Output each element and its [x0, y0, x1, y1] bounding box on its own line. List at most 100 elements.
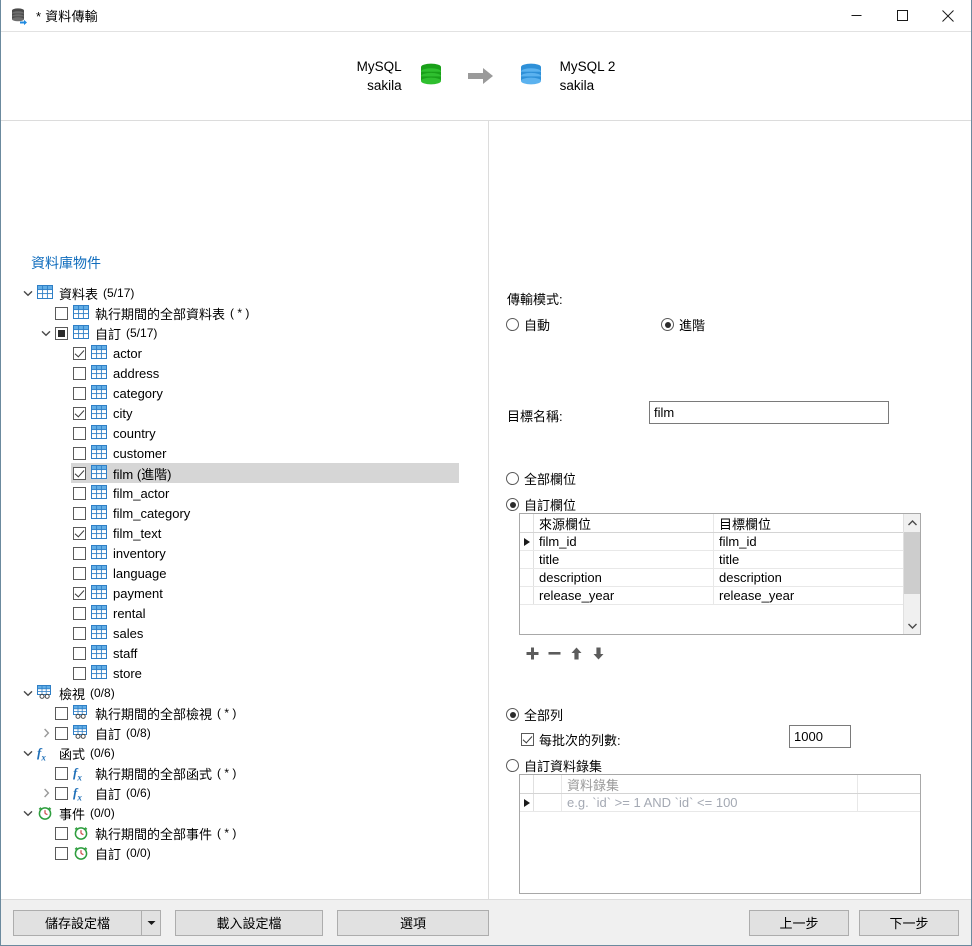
load-profile-button[interactable]: 載入設定檔 — [175, 910, 323, 936]
recordset-value[interactable]: e.g. `id` >= 1 AND `id` <= 100 — [562, 794, 858, 811]
tree-item-checkbox[interactable] — [55, 707, 68, 720]
tree-item-函式[interactable]: fx函式(0/6) — [1, 743, 488, 763]
back-button[interactable]: 上一步 — [749, 910, 849, 936]
table-row[interactable]: titletitle — [520, 551, 903, 569]
tree-item-language[interactable]: language — [1, 563, 488, 583]
column-header-target[interactable]: 目標欄位 — [714, 514, 903, 532]
scroll-up-icon[interactable] — [904, 514, 920, 531]
source-field-cell[interactable]: description — [534, 569, 714, 586]
tree-item-checkbox[interactable] — [73, 607, 86, 620]
save-profile-button[interactable]: 儲存設定檔 — [13, 910, 141, 936]
save-profile-split-button[interactable]: 儲存設定檔 — [13, 910, 161, 936]
database-objects-tree[interactable]: 資料表(5/17)執行期間的全部資料表( * )自訂(5/17)actoradd… — [1, 283, 488, 863]
maximize-button[interactable] — [879, 0, 925, 31]
column-header-recordset[interactable]: 資料錄集 — [562, 775, 858, 793]
radio-mode-auto[interactable]: 自動 — [506, 315, 550, 334]
tree-item-inventory[interactable]: inventory — [1, 543, 488, 563]
tree-item-staff[interactable]: staff — [1, 643, 488, 663]
move-up-icon[interactable] — [565, 642, 587, 664]
expand-icon[interactable] — [37, 728, 55, 738]
tree-item-checkbox[interactable] — [73, 407, 86, 420]
tree-item-customer[interactable]: customer — [1, 443, 488, 463]
tree-item-checkbox[interactable] — [73, 427, 86, 440]
tree-item-checkbox[interactable] — [55, 327, 68, 340]
tree-item-checkbox[interactable] — [73, 507, 86, 520]
tree-item-film_actor[interactable]: film_actor — [1, 483, 488, 503]
tree-item-資料表[interactable]: 資料表(5/17) — [1, 283, 488, 303]
move-down-icon[interactable] — [587, 642, 609, 664]
scrollbar-thumb[interactable] — [904, 532, 920, 594]
tree-item-checkbox[interactable] — [73, 487, 86, 500]
tree-item-執行期間的全部資料表[interactable]: 執行期間的全部資料表( * ) — [1, 303, 488, 323]
minimize-button[interactable] — [833, 0, 879, 31]
tree-item-actor[interactable]: actor — [1, 343, 488, 363]
add-icon[interactable] — [521, 642, 543, 664]
tree-item-執行期間的全部函式[interactable]: fx執行期間的全部函式( * ) — [1, 763, 488, 783]
field-grid-scrollbar[interactable] — [903, 514, 920, 634]
radio-all-rows[interactable]: 全部列 — [506, 705, 563, 724]
rows-per-batch-input[interactable] — [789, 725, 851, 748]
scroll-down-icon[interactable] — [904, 617, 920, 634]
tree-item-checkbox[interactable] — [55, 767, 68, 780]
recordset-grid[interactable]: 資料錄集 e.g. `id` >= 1 AND `id` <= 100 — [519, 774, 921, 894]
tree-item-country[interactable]: country — [1, 423, 488, 443]
collapse-icon[interactable] — [19, 810, 37, 817]
collapse-icon[interactable] — [19, 690, 37, 697]
tree-item-category[interactable]: category — [1, 383, 488, 403]
target-field-cell[interactable]: title — [714, 551, 903, 568]
table-row[interactable]: e.g. `id` >= 1 AND `id` <= 100 — [520, 794, 920, 812]
tree-item-city[interactable]: city — [1, 403, 488, 423]
source-field-cell[interactable]: film_id — [534, 533, 714, 550]
tree-item-checkbox[interactable] — [55, 787, 68, 800]
table-row[interactable]: release_yearrelease_year — [520, 587, 903, 605]
tree-item-checkbox[interactable] — [73, 347, 86, 360]
tree-item-自訂[interactable]: 自訂(5/17) — [1, 323, 488, 343]
options-button[interactable]: 選項 — [337, 910, 489, 936]
tree-item-checkbox[interactable] — [73, 387, 86, 400]
table-row[interactable]: descriptiondescription — [520, 569, 903, 587]
tree-item-checkbox[interactable] — [73, 667, 86, 680]
save-profile-dropdown-arrow-icon[interactable] — [141, 910, 161, 936]
tree-item-checkbox[interactable] — [73, 567, 86, 580]
close-button[interactable] — [925, 0, 971, 31]
tree-item-checkbox[interactable] — [73, 547, 86, 560]
source-field-cell[interactable]: title — [534, 551, 714, 568]
target-name-input[interactable] — [649, 401, 889, 424]
collapse-icon[interactable] — [19, 290, 37, 297]
collapse-icon[interactable] — [37, 330, 55, 337]
tree-item-自訂[interactable]: fx自訂(0/6) — [1, 783, 488, 803]
tree-item-rental[interactable]: rental — [1, 603, 488, 623]
source-field-cell[interactable]: release_year — [534, 587, 714, 604]
expand-icon[interactable] — [37, 788, 55, 798]
tree-item-自訂[interactable]: 自訂(0/0) — [1, 843, 488, 863]
tree-item-payment[interactable]: payment — [1, 583, 488, 603]
tree-item-sales[interactable]: sales — [1, 623, 488, 643]
tree-item-address[interactable]: address — [1, 363, 488, 383]
tree-item-checkbox[interactable] — [73, 467, 86, 480]
remove-icon[interactable] — [543, 642, 565, 664]
tree-item-checkbox[interactable] — [73, 447, 86, 460]
tree-item-checkbox[interactable] — [73, 587, 86, 600]
radio-mode-advanced[interactable]: 進階 — [661, 315, 705, 334]
tree-item-自訂[interactable]: 自訂(0/8) — [1, 723, 488, 743]
tree-item-checkbox[interactable] — [73, 627, 86, 640]
tree-item-film (進階)[interactable]: film (進階) — [1, 463, 488, 483]
tree-item-checkbox[interactable] — [73, 647, 86, 660]
tree-item-film_text[interactable]: film_text — [1, 523, 488, 543]
next-button[interactable]: 下一步 — [859, 910, 959, 936]
column-header-source[interactable]: 來源欄位 — [534, 514, 714, 532]
tree-item-執行期間的全部事件[interactable]: 執行期間的全部事件( * ) — [1, 823, 488, 843]
target-field-cell[interactable]: description — [714, 569, 903, 586]
radio-custom-recordset[interactable]: 自訂資料錄集 — [506, 756, 602, 775]
checkbox-rows-per-batch[interactable]: 每批次的列數: — [521, 730, 621, 749]
tree-item-checkbox[interactable] — [73, 527, 86, 540]
radio-custom-fields[interactable]: 自訂欄位 — [506, 495, 576, 514]
tree-item-事件[interactable]: 事件(0/0) — [1, 803, 488, 823]
tree-item-film_category[interactable]: film_category — [1, 503, 488, 523]
tree-item-checkbox[interactable] — [55, 727, 68, 740]
field-mapping-grid[interactable]: 來源欄位 目標欄位 film_idfilm_idtitletitledescri… — [519, 513, 921, 635]
tree-item-執行期間的全部檢視[interactable]: 執行期間的全部檢視( * ) — [1, 703, 488, 723]
tree-item-checkbox[interactable] — [55, 827, 68, 840]
table-row[interactable]: film_idfilm_id — [520, 533, 903, 551]
target-field-cell[interactable]: film_id — [714, 533, 903, 550]
